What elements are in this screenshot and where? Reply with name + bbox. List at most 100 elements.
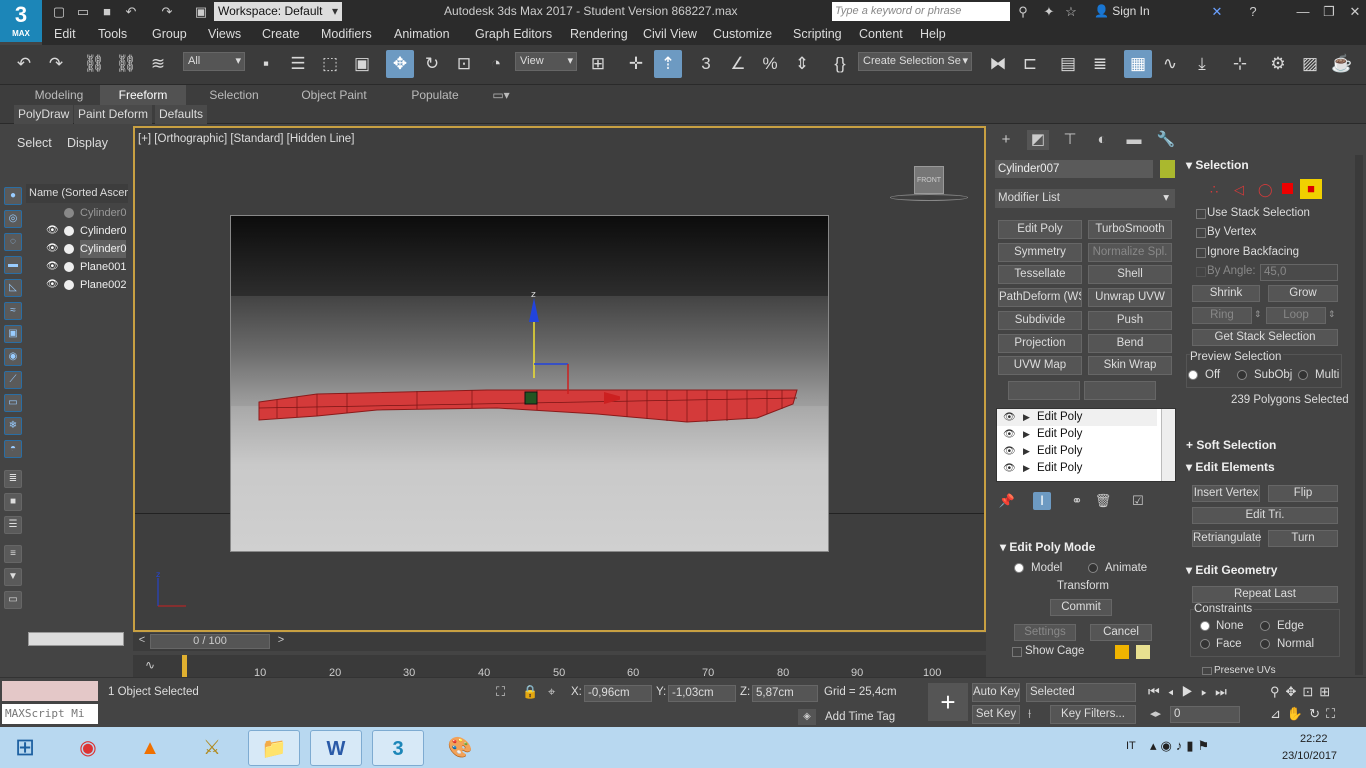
viewport-nav-top[interactable]: ⚲✥⊡⊞ [1270,684,1336,700]
chrome-icon[interactable]: ◉ [62,730,114,766]
eye-icon[interactable]: 👁 [46,261,59,273]
spinner-snap-icon[interactable]: ⇕ [788,50,816,78]
menu-content[interactable]: Content [859,27,903,41]
unlink-icon[interactable]: ⛓ [112,50,140,78]
redo-tool-icon[interactable]: ↷ [42,50,70,78]
menu-group[interactable]: Group [152,27,187,41]
explorer-display-icon[interactable]: ■ [4,493,22,511]
y-coordinate[interactable]: -1,03cm [668,685,736,702]
element-mode-icon[interactable]: ■ [1300,179,1322,199]
filter-xrefs-icon[interactable]: ◉ [4,348,22,366]
preview-multi-radio[interactable] [1298,370,1308,380]
undo-icon[interactable]: ↶ [122,3,140,21]
expand-triangle-icon[interactable]: ▶ [1023,426,1030,443]
menu-help[interactable]: Help [920,27,946,41]
help-icon[interactable]: ? [1244,3,1262,21]
loop-spinner-icon[interactable]: ⇕ [1328,309,1336,320]
shrink-button[interactable]: Shrink [1192,285,1260,302]
explorer-options-icon[interactable]: ≣ [4,470,22,488]
window-crossing-icon[interactable]: ▣ [348,50,376,78]
clock-time[interactable]: 22:22 [1300,733,1328,745]
viewcube-ring[interactable] [890,194,968,201]
render-teapot-icon[interactable]: ☕ [1328,50,1356,78]
polygon-mode-icon[interactable] [1282,183,1293,194]
cage-selected-swatch[interactable] [1136,645,1150,659]
modify-tab-icon[interactable]: ◩ [1027,130,1049,150]
subtab-defaults[interactable]: Defaults [155,105,208,124]
explorer-list-icon[interactable]: ☰ [4,516,22,534]
filter-lights-icon[interactable]: ◌ [4,233,22,251]
eye-icon[interactable]: 👁 [46,279,59,291]
edge-mode-icon[interactable]: ◁ [1234,182,1244,198]
constraint-none-radio[interactable] [1200,621,1210,631]
hierarchy-tab-icon[interactable]: ⊤ [1059,130,1081,150]
scale-tool-icon[interactable]: ⊡ [450,50,478,78]
viewport-nav-bottom[interactable]: ⊿✋↻⛶ [1270,706,1341,722]
time-tag-icon[interactable]: ◈ [798,709,816,725]
stack-item[interactable]: 👁 ▶ Edit Poly [997,426,1157,443]
preserve-uvs-checkbox[interactable] [1202,667,1212,675]
constraint-normal-radio[interactable] [1260,639,1270,649]
menu-animation[interactable]: Animation [394,27,450,41]
ribbon-options-icon[interactable]: ▭▾ [488,85,514,105]
z-coordinate[interactable]: 5,87cm [752,685,818,702]
explorer-icon[interactable]: 📁 [248,730,300,766]
eye-icon[interactable]: 👁 [46,243,59,255]
filter-frozen-icon[interactable]: ❄ [4,417,22,435]
soft-selection-header[interactable]: + Soft Selection [1186,438,1276,452]
ring-button[interactable]: Ring [1192,307,1252,324]
tab-populate[interactable]: Populate [396,85,474,105]
list-item[interactable]: 👁 Plane001 [28,258,128,276]
model-radio[interactable] [1014,563,1024,573]
tab-freeform[interactable]: Freeform [100,85,186,105]
menu-graph-editors[interactable]: Graph Editors [475,27,552,41]
filter-icon[interactable]: ▼ [4,568,22,586]
stack-item[interactable]: 👁 ▶ Edit Poly [997,409,1157,426]
folder-icon[interactable]: ▭ [4,591,22,609]
percent-snap-icon[interactable]: % [756,50,784,78]
flip-button[interactable]: Flip [1268,485,1338,502]
list-item[interactable]: Cylinder0 [28,204,128,222]
save-file-icon[interactable]: ■ [98,3,116,21]
maxscript-listener[interactable] [2,681,98,701]
uvw-map-button[interactable]: UVW Map [998,356,1082,375]
insert-vertex-button[interactable]: Insert Vertex [1192,485,1260,502]
menu-edit[interactable]: Edit [54,27,76,41]
menu-civil-view[interactable]: Civil View [643,27,697,41]
animate-radio[interactable] [1088,563,1098,573]
turn-button[interactable]: Turn [1268,530,1338,547]
expand-triangle-icon[interactable]: ▶ [1023,460,1030,477]
turbosmooth-button[interactable]: TurboSmooth [1088,220,1172,239]
align-icon[interactable]: ⊏ [1016,50,1044,78]
display-tab-icon[interactable]: ▬ [1123,130,1145,150]
add-time-tag[interactable]: Add Time Tag [825,711,895,723]
modifier-stack[interactable]: 👁 ▶ Edit Poly 👁 ▶ Edit Poly 👁 ▶ Edit Poly 👁 ▶ Ed… [996,408,1176,482]
set-key-button[interactable]: Set Key [972,705,1020,724]
key-mode-icon[interactable]: ⟊ [1028,706,1031,722]
symmetry-button[interactable]: Symmetry [998,243,1082,262]
preview-subobj-radio[interactable] [1237,370,1247,380]
push-button[interactable]: Push [1088,311,1172,330]
loop-button[interactable]: Loop [1266,307,1326,324]
scene-list-header[interactable]: Name (Sorted Ascer [26,184,128,203]
snaps-toggle-icon[interactable]: 3 [692,50,720,78]
remove-modifier-icon[interactable]: 🗑 [1094,492,1112,510]
curve-editor-mini-icon[interactable]: ∿ [145,658,155,672]
layer-icon[interactable]: ≡ [4,545,22,563]
repeat-last-button[interactable]: Repeat Last [1192,586,1338,603]
close-icon[interactable]: ✕ [1346,3,1364,21]
pivot-center-icon[interactable]: ⊞ [584,50,612,78]
bend-button[interactable]: Bend [1088,334,1172,353]
edit-geometry-header[interactable]: ▾ Edit Geometry [1186,563,1277,577]
subdivide-button[interactable]: Subdivide [998,311,1082,330]
time-marker[interactable] [182,655,187,677]
tray-icons[interactable]: ▴◉♪▮⚑ [1150,738,1213,754]
list-item[interactable]: 👁 Cylinder0 [28,240,128,258]
by-vertex-checkbox[interactable] [1196,228,1206,238]
angle-spinner[interactable]: 45,0 [1260,264,1338,281]
border-mode-icon[interactable]: ◯ [1258,182,1273,198]
current-frame-field[interactable]: 0 [1170,706,1240,723]
get-stack-selection-button[interactable]: Get Stack Selection [1192,329,1338,346]
make-unique-icon[interactable]: ⚭ [1068,492,1086,510]
layer-explorer-icon[interactable]: ▤ [1054,50,1082,78]
